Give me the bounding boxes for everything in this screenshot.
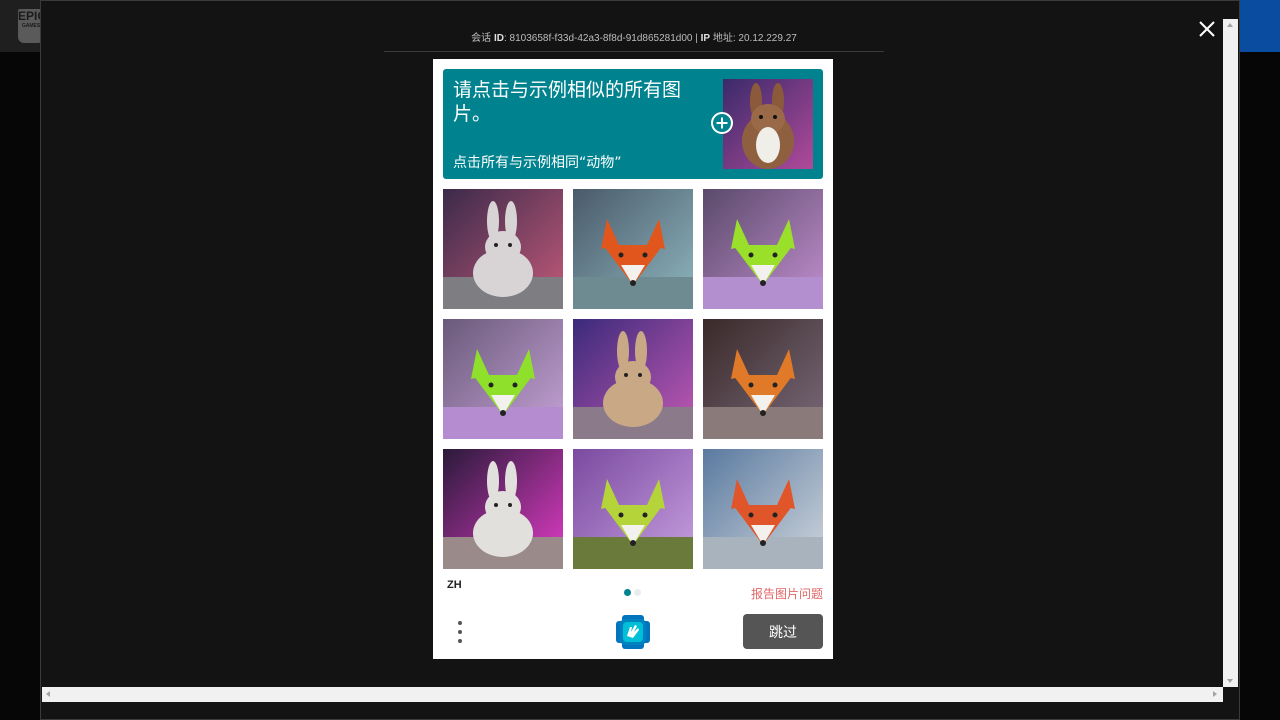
fox-icon bbox=[573, 189, 693, 309]
scroll-right-icon[interactable] bbox=[1213, 691, 1217, 697]
session-id-value: 8103658f-f33d-42a3-8f8d-91d865281d00 bbox=[509, 33, 693, 44]
divider bbox=[384, 51, 884, 52]
rabbit-icon bbox=[443, 449, 563, 569]
captcha-overlay: 会话 ID: 8103658f-f33d-42a3-8f8d-91d865281… bbox=[40, 0, 1240, 720]
hcaptcha-logo-icon bbox=[616, 615, 650, 649]
image-tile-1[interactable] bbox=[443, 189, 563, 309]
image-tile-8[interactable] bbox=[573, 449, 693, 569]
report-image-link[interactable]: 报告图片问题 bbox=[751, 585, 823, 602]
scroll-down-icon[interactable] bbox=[1227, 679, 1233, 683]
fox-icon bbox=[703, 319, 823, 439]
session-id-label: ID bbox=[493, 33, 504, 44]
image-tile-3[interactable] bbox=[703, 189, 823, 309]
plus-icon[interactable] bbox=[711, 112, 733, 134]
language-selector[interactable]: ZH bbox=[447, 579, 462, 591]
session-info: 会话 ID: 8103658f-f33d-42a3-8f8d-91d865281… bbox=[471, 33, 797, 44]
pager-dot-active[interactable] bbox=[624, 589, 631, 596]
session-separator: | bbox=[692, 33, 701, 44]
image-tile-4[interactable] bbox=[443, 319, 563, 439]
fox-icon bbox=[703, 449, 823, 569]
close-icon[interactable] bbox=[1195, 17, 1219, 41]
captcha-challenge: 请点击与示例相似的所有图片。 点击所有与示例相同“动物” ZH 报告图片问题 跳… bbox=[433, 59, 833, 659]
horizontal-scrollbar[interactable] bbox=[42, 687, 1223, 702]
background-blue-button bbox=[1240, 0, 1280, 52]
vertical-scrollbar[interactable] bbox=[1223, 19, 1238, 687]
skip-button[interactable]: 跳过 bbox=[743, 614, 823, 649]
ip-label: IP bbox=[700, 33, 711, 44]
pager-dot[interactable] bbox=[634, 589, 641, 596]
session-id-prefix: 会话 bbox=[471, 33, 492, 44]
fox-icon bbox=[573, 449, 693, 569]
more-menu-icon[interactable] bbox=[455, 619, 465, 645]
scroll-up-icon[interactable] bbox=[1227, 23, 1233, 27]
image-tile-6[interactable] bbox=[703, 319, 823, 439]
rabbit-icon bbox=[443, 189, 563, 309]
prompt-box: 请点击与示例相似的所有图片。 点击所有与示例相同“动物” bbox=[443, 69, 823, 179]
rabbit-icon bbox=[573, 319, 693, 439]
image-tile-7[interactable] bbox=[443, 449, 563, 569]
rabbit-example-icon bbox=[723, 79, 813, 169]
fox-icon bbox=[703, 189, 823, 309]
image-tile-2[interactable] bbox=[573, 189, 693, 309]
ip-value: 20.12.229.27 bbox=[738, 33, 797, 44]
scroll-left-icon[interactable] bbox=[46, 691, 50, 697]
prompt-subtitle: 点击所有与示例相同“动物” bbox=[453, 155, 622, 171]
prompt-title: 请点击与示例相似的所有图片。 bbox=[453, 79, 682, 125]
fox-icon bbox=[443, 319, 563, 439]
ip-prefix: 地址 bbox=[712, 33, 733, 44]
example-image bbox=[723, 79, 813, 169]
image-tile-5[interactable] bbox=[573, 319, 693, 439]
image-tile-9[interactable] bbox=[703, 449, 823, 569]
